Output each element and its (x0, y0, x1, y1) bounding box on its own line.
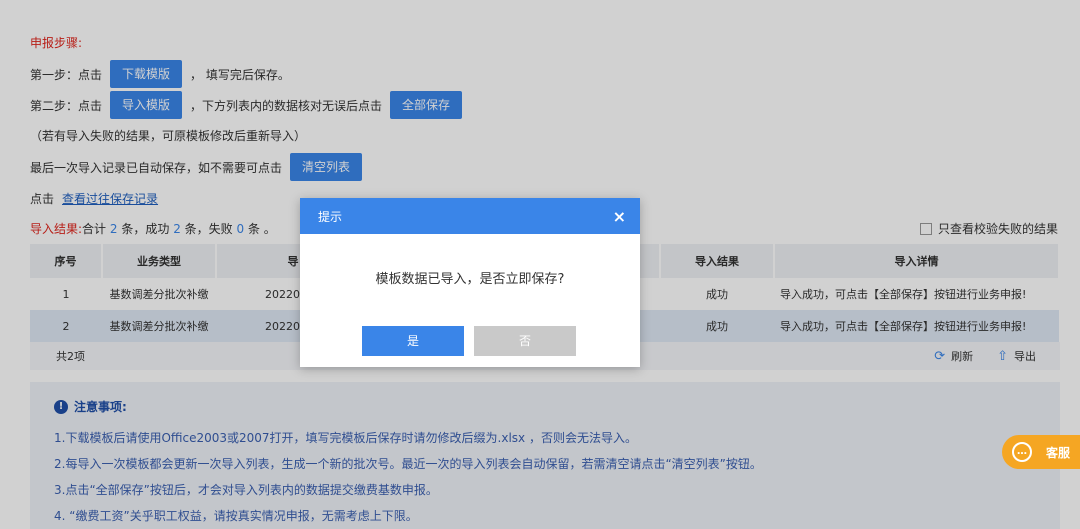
customer-service-button[interactable]: … 客服 (1002, 435, 1080, 469)
confirm-yes-button[interactable]: 是 (362, 326, 464, 356)
dialog-message: 模板数据已导入，是否立即保存? (375, 272, 565, 287)
dialog-header: 提示 × (300, 198, 640, 234)
dialog-buttons: 是 否 (362, 326, 576, 356)
close-icon[interactable]: × (613, 207, 626, 226)
confirm-no-button[interactable]: 否 (474, 326, 576, 356)
dialog-title: 提示 (318, 209, 343, 224)
chat-icon: … (1012, 442, 1032, 462)
confirm-dialog: 提示 × 模板数据已导入，是否立即保存? 是 否 (300, 198, 640, 367)
